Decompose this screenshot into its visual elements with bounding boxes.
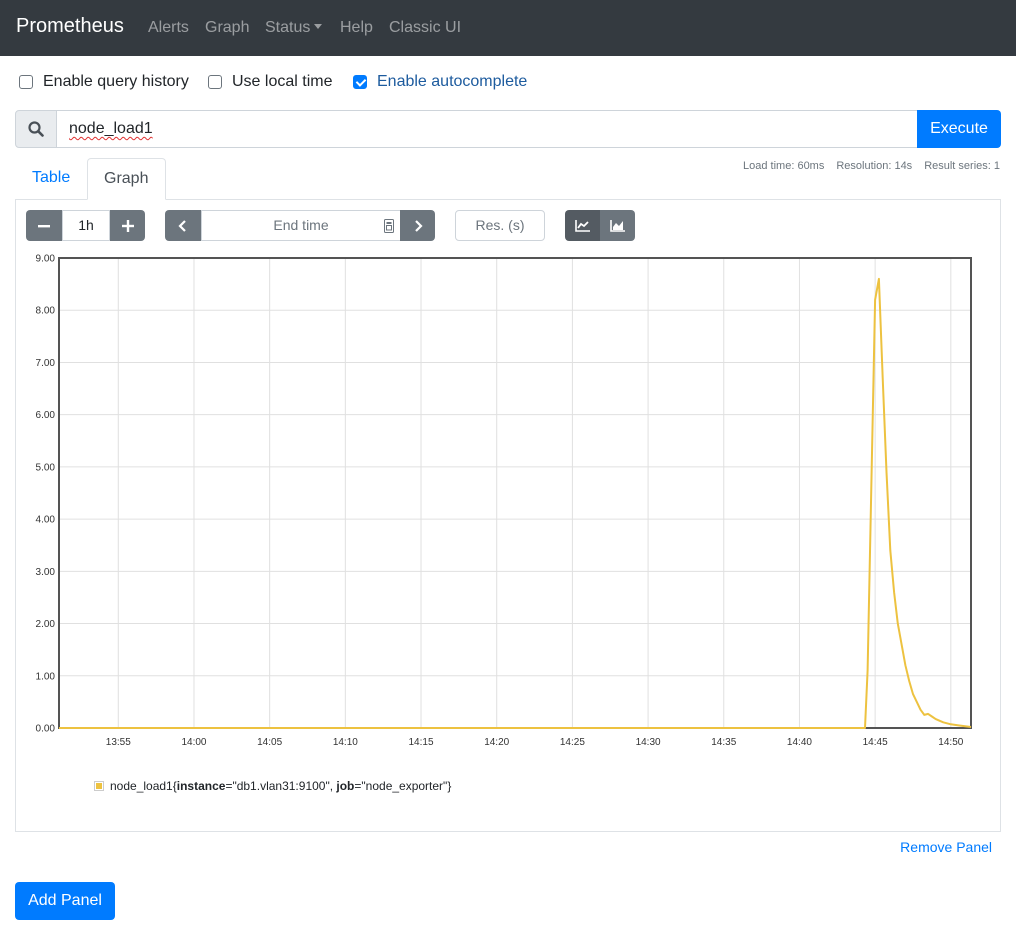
chart-legend[interactable]: node_load1{instance="db1.vlan31:9100", j… bbox=[94, 778, 451, 794]
time-series-chart[interactable]: 0.00 1.00 2.00 3.00 4.00 5.00 6.00 7.00 8.00 9.00… bbox=[0, 0, 1016, 760]
y-tick-label: 2.00 bbox=[36, 619, 56, 630]
legend-series-label: node_load1{instance="db1.vlan31:9100", j… bbox=[110, 779, 452, 793]
x-tick-label: 14:35 bbox=[711, 737, 736, 748]
y-tick-label: 0.00 bbox=[36, 724, 56, 735]
series-line bbox=[59, 277, 972, 729]
y-tick-label: 8.00 bbox=[36, 306, 56, 317]
x-tick-label: 14:40 bbox=[787, 737, 812, 748]
x-tick-label: 14:00 bbox=[181, 737, 206, 748]
y-tick-label: 1.00 bbox=[36, 671, 56, 682]
legend-label-key: instance bbox=[176, 779, 226, 793]
y-tick-label: 7.00 bbox=[36, 358, 56, 369]
y-tick-label: 6.00 bbox=[36, 410, 56, 421]
plot-area-border bbox=[58, 257, 972, 729]
add-panel-button[interactable]: Add Panel bbox=[15, 882, 115, 920]
legend-label-value: "db1.vlan31:9100" bbox=[232, 779, 330, 793]
y-tick-label: 3.00 bbox=[36, 567, 56, 578]
y-tick-label: 4.00 bbox=[36, 515, 56, 526]
x-tick-label: 14:45 bbox=[863, 737, 888, 748]
x-tick-label: 14:15 bbox=[409, 737, 434, 748]
x-tick-label: 14:10 bbox=[333, 737, 358, 748]
x-tick-label: 14:20 bbox=[484, 737, 509, 748]
y-tick-label: 9.00 bbox=[36, 254, 56, 265]
x-tick-label: 13:55 bbox=[106, 737, 131, 748]
x-tick-label: 14:50 bbox=[938, 737, 963, 748]
legend-metric: node_load1 bbox=[110, 779, 173, 793]
x-tick-label: 14:30 bbox=[636, 737, 661, 748]
remove-panel-link[interactable]: Remove Panel bbox=[900, 839, 992, 855]
legend-label-value: "node_exporter" bbox=[361, 779, 448, 793]
legend-swatch bbox=[94, 781, 104, 791]
legend-label-key: job bbox=[336, 779, 355, 793]
x-tick-label: 14:05 bbox=[257, 737, 282, 748]
y-tick-label: 5.00 bbox=[36, 462, 56, 473]
x-tick-label: 14:25 bbox=[560, 737, 585, 748]
